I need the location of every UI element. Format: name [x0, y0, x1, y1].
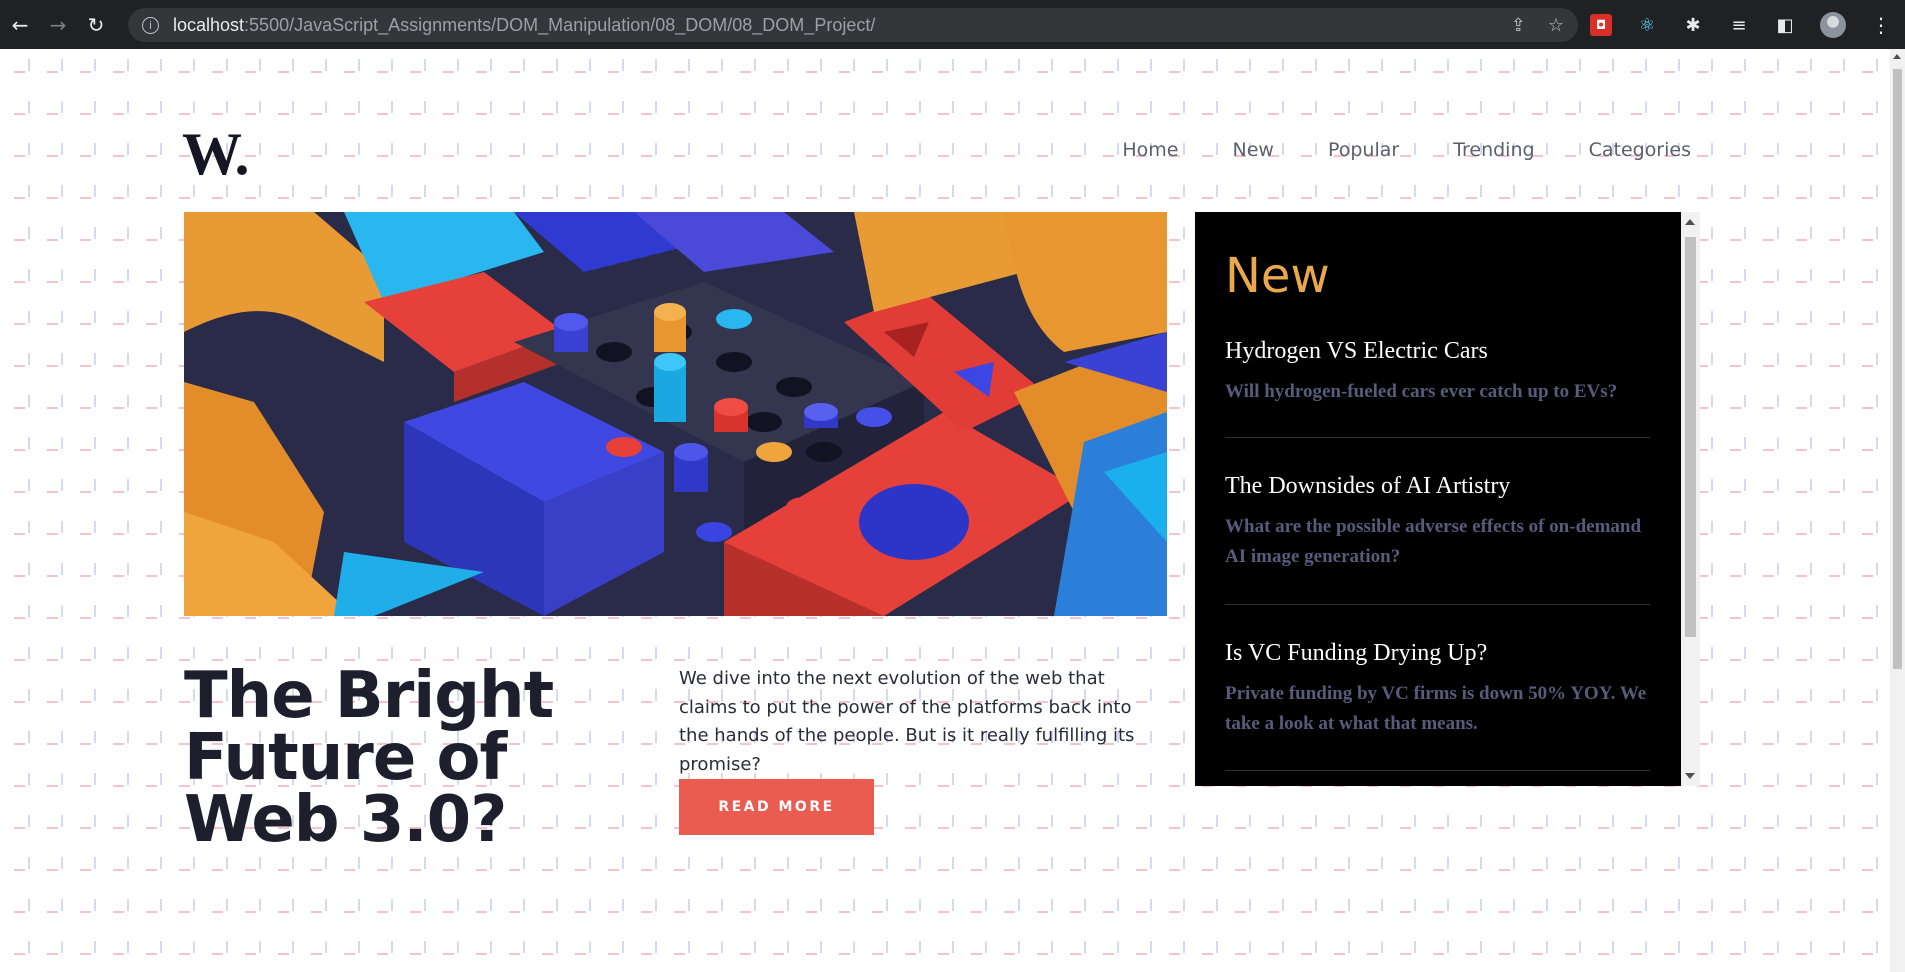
- side-panel-icon[interactable]: ◧: [1774, 14, 1796, 36]
- divider: [1225, 437, 1650, 438]
- page-scroll-up-arrow-icon[interactable]: [1893, 54, 1901, 59]
- hero-image: [184, 212, 1167, 616]
- scroll-thumb[interactable]: [1685, 237, 1696, 637]
- page-scrollbar[interactable]: [1890, 49, 1905, 972]
- url-path: :5500/JavaScript_Assignments/DOM_Manipul…: [244, 14, 876, 35]
- new-articles-panel: New Hydrogen VS Electric Cars Will hydro…: [1195, 212, 1700, 786]
- scroll-down-arrow-icon[interactable]: [1685, 773, 1695, 779]
- new-article-desc: What are the possible adverse effects of…: [1225, 516, 1642, 567]
- address-bar[interactable]: i localhost:5500/JavaScript_Assignments/…: [128, 8, 1578, 42]
- new-article-desc: Private funding by VC firms is down 50% …: [1225, 683, 1647, 734]
- new-article-desc: Will hydrogen-fueled cars ever catch up …: [1225, 381, 1618, 402]
- page-body: W. Home New Popular Trending Categories: [0, 49, 1905, 972]
- divider: [1225, 770, 1650, 771]
- url-host: localhost: [173, 14, 245, 35]
- profile-avatar[interactable]: [1820, 12, 1846, 38]
- scroll-up-arrow-icon[interactable]: [1685, 219, 1695, 225]
- nav-new[interactable]: New: [1232, 139, 1273, 161]
- bookmark-star-icon[interactable]: ☆: [1548, 15, 1564, 36]
- browser-toolbar: ← → ↻ i localhost:5500/JavaScript_Assign…: [0, 0, 1905, 49]
- new-panel-scrollbar[interactable]: [1681, 212, 1700, 786]
- reload-icon[interactable]: ↻: [80, 9, 112, 41]
- read-more-button[interactable]: READ MORE: [679, 779, 874, 835]
- nav-trending[interactable]: Trending: [1453, 139, 1534, 161]
- page-scroll-thumb[interactable]: [1893, 69, 1902, 669]
- back-icon[interactable]: ←: [4, 9, 36, 41]
- extension-shield-icon[interactable]: ◘: [1590, 14, 1612, 36]
- new-panel-title: New: [1225, 248, 1330, 304]
- new-article[interactable]: Is VC Funding Drying Up? Private funding…: [1225, 640, 1650, 739]
- main-nav: Home New Popular Trending Categories: [1122, 139, 1691, 161]
- hero-teaser: We dive into the next evolution of the w…: [679, 668, 1135, 775]
- hero-headline: The Bright Future of Web 3.0?: [184, 659, 554, 857]
- new-article[interactable]: Hydrogen VS Electric Cars Will hydrogen-…: [1225, 338, 1650, 407]
- reading-list-icon[interactable]: ≡: [1728, 14, 1750, 36]
- new-article[interactable]: The Downsides of AI Artistry What are th…: [1225, 473, 1650, 572]
- extensions-puzzle-icon[interactable]: ✱: [1682, 14, 1704, 36]
- site-logo[interactable]: W.: [182, 120, 249, 189]
- forward-icon[interactable]: →: [42, 9, 74, 41]
- share-icon[interactable]: ⇪: [1511, 15, 1526, 36]
- site-info-icon[interactable]: i: [142, 16, 159, 34]
- nav-popular[interactable]: Popular: [1328, 139, 1399, 161]
- browser-menu-icon[interactable]: ⋮: [1870, 13, 1892, 37]
- new-article-title[interactable]: Is VC Funding Drying Up?: [1225, 640, 1650, 667]
- new-article-title[interactable]: Hydrogen VS Electric Cars: [1225, 338, 1650, 365]
- divider: [1225, 604, 1650, 605]
- hero-illustration: [184, 212, 1167, 616]
- react-devtools-icon[interactable]: ⚛: [1636, 14, 1658, 36]
- new-article-title[interactable]: The Downsides of AI Artistry: [1225, 473, 1650, 500]
- nav-categories[interactable]: Categories: [1589, 139, 1691, 161]
- nav-home[interactable]: Home: [1122, 139, 1178, 161]
